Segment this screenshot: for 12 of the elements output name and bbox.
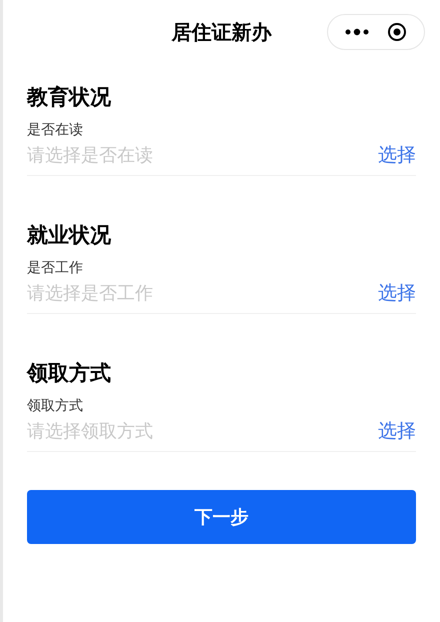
section-heading: 教育状况: [27, 84, 112, 111]
field-label: 是否工作: [27, 259, 84, 278]
select-link[interactable]: 选择: [378, 417, 416, 446]
more-icon[interactable]: [345, 28, 369, 36]
select-link[interactable]: 选择: [378, 141, 416, 170]
field-label: 是否在读: [27, 121, 84, 140]
page-title: 居住证新办: [172, 19, 272, 46]
next-button[interactable]: 下一步: [27, 490, 416, 544]
section-heading: 领取方式: [27, 360, 112, 387]
field-label: 领取方式: [27, 397, 84, 416]
section-heading: 就业状况: [27, 222, 112, 249]
select-link[interactable]: 选择: [378, 279, 416, 308]
